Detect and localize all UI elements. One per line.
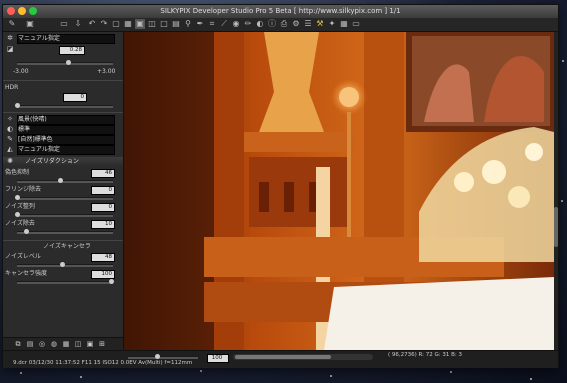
view-fit-icon[interactable]: ▤ <box>171 19 181 29</box>
hdr-slider-knob[interactable] <box>15 103 20 108</box>
gradient-icon[interactable]: ◐ <box>255 19 265 29</box>
lock-icon[interactable]: ▣ <box>85 340 95 349</box>
control-panel: ✲ マニュアル指定 ◪ 0.28 -3.00 +3.00 HDR 0 ✧ 風景(… <box>3 32 124 351</box>
exposure-preset-dropdown[interactable]: マニュアル指定 <box>17 34 115 44</box>
copy-icon[interactable]: ⧉ <box>13 340 23 349</box>
window-title: SILKYPIX Developer Studio Pro 5 Beta [ h… <box>160 7 401 15</box>
exposure-min-label: -3.00 <box>13 68 29 75</box>
noise-row-value-field[interactable]: 46 <box>91 169 115 178</box>
title-bar: SILKYPIX Developer Studio Pro 5 Beta [ h… <box>3 5 558 19</box>
zoom-slider[interactable] <box>128 356 198 359</box>
view-grid-icon[interactable]: ▦ <box>123 19 133 29</box>
expand-icon[interactable]: ⊞ <box>97 340 107 349</box>
exposure-icon: ✲ <box>7 34 13 42</box>
noise-row-slider[interactable] <box>17 214 113 217</box>
zoom-slider-knob[interactable] <box>155 354 160 359</box>
noise-row-value-field[interactable]: 0 <box>91 186 115 195</box>
exposure-slider-knob[interactable] <box>65 60 71 65</box>
color-icon: ✎ <box>7 135 13 143</box>
hdr-label: HDR <box>5 84 19 91</box>
preset-dropdown-2[interactable]: 標準 <box>17 125 115 135</box>
pixel-info: ( 96,2736) R: 72 G: 31 B: 3 <box>388 352 463 358</box>
crop-icon[interactable]: ⌗ <box>207 19 217 29</box>
view-full-icon[interactable]: □ <box>159 19 169 29</box>
straighten-icon[interactable]: ⟋ <box>219 19 229 29</box>
tab-icon[interactable]: ▣ <box>25 19 35 29</box>
cancel-row-value-field[interactable]: 48 <box>91 253 115 262</box>
noise-row-slider[interactable] <box>17 180 113 183</box>
preset-label-4: マニュアル指定 <box>18 146 60 153</box>
view-single-icon[interactable]: ▢ <box>111 19 121 29</box>
sharpness-icon: ◭ <box>7 145 13 153</box>
print-icon[interactable]: ⎙ <box>279 19 289 29</box>
exposure-max-label: +3.00 <box>97 68 116 75</box>
status-bar: 9.dcr 03/12/30 11:37:52 F11 15 ISO12 0.0… <box>3 350 558 368</box>
monitor-icon[interactable]: ▭ <box>351 19 361 29</box>
paste-icon[interactable]: ▤ <box>25 340 35 349</box>
toolbar: ✎ ▣ ▭ ⇩ ↶ ↷ ▢ ▦ ▣ ◫ □ ▤ ⚲ ✒ ⌗ ⟋ ◉ ✏ ◐ ⓘ … <box>3 18 558 32</box>
rotate-left-icon[interactable]: ↶ <box>87 19 97 29</box>
preset-label-2: 標準 <box>18 126 31 133</box>
contrast-icon: ◐ <box>6 125 14 133</box>
noise-reduction-header[interactable]: ✺ ノイズリダクション <box>3 157 123 166</box>
left-column <box>124 32 214 350</box>
folder-icon[interactable]: ▭ <box>59 19 69 29</box>
info-icon[interactable]: ⓘ <box>267 19 277 29</box>
grid-icon[interactable]: ▦ <box>339 19 349 29</box>
file-info: 9.dcr 03/12/30 11:37:52 F11 15 ISO12 0.0… <box>13 360 193 366</box>
import-icon[interactable]: ⇩ <box>73 19 83 29</box>
photo-canvas <box>124 32 554 350</box>
preset-label-3: [自然]標準色 <box>18 136 53 143</box>
view-thumbs-icon[interactable]: ▣ <box>135 19 145 29</box>
noise-icon: ✺ <box>7 157 13 165</box>
exposure-comp-icon: ◪ <box>6 45 14 53</box>
noise-row-slider[interactable] <box>17 231 113 234</box>
noise-row-value-field[interactable]: 0 <box>91 203 115 212</box>
cancel-row-slider-knob[interactable] <box>109 279 114 284</box>
history-icon[interactable]: ◍ <box>49 340 59 349</box>
exposure-value-field[interactable]: 0.28 <box>59 46 85 55</box>
panel-toggle-icon[interactable]: ✎ <box>7 19 17 29</box>
noise-row-slider-knob[interactable] <box>15 212 20 217</box>
preset-label-1: 風景(快晴) <box>18 116 47 123</box>
hdr-slider[interactable] <box>17 105 113 108</box>
preset-dropdown-1[interactable]: 風景(快晴) <box>17 115 115 125</box>
tool-icon[interactable]: ⚒ <box>315 19 325 29</box>
cancel-row-value-field[interactable]: 100 <box>91 270 115 279</box>
cancel-row-slider[interactable] <box>17 281 113 284</box>
reset-icon[interactable]: ◎ <box>37 340 47 349</box>
lamp <box>339 87 359 107</box>
hdr-value-field[interactable]: 0 <box>63 93 87 102</box>
altar-cloth <box>324 277 554 350</box>
batch-icon[interactable]: ☰ <box>303 19 313 29</box>
statue-base <box>244 132 354 152</box>
rotate-right-icon[interactable]: ↷ <box>99 19 109 29</box>
exposure-preset-label: マニュアル指定 <box>18 35 60 42</box>
scroll-thumb[interactable] <box>554 207 558 247</box>
horizontal-scrollbar[interactable] <box>233 354 373 360</box>
landscape-icon: ✧ <box>7 115 13 123</box>
preset-dropdown-4[interactable]: マニュアル指定 <box>17 145 115 155</box>
vertical-scrollbar[interactable] <box>554 32 558 350</box>
app-window: SILKYPIX Developer Studio Pro 5 Beta [ h… <box>2 4 559 368</box>
view-compare-icon[interactable]: ◫ <box>147 19 157 29</box>
compare-icon[interactable]: ◫ <box>73 340 83 349</box>
brush-icon[interactable]: ✏ <box>243 19 253 29</box>
noise-row-slider[interactable] <box>17 197 113 200</box>
zoom-field[interactable]: 100 <box>207 354 229 363</box>
noise-row-slider-knob[interactable] <box>15 195 20 200</box>
settings-icon[interactable]: ✦ <box>327 19 337 29</box>
develop-icon[interactable]: ⚙ <box>291 19 301 29</box>
panel-footer: ⧉ ▤ ◎ ◍ ▦ ◫ ▣ ⊞ <box>3 337 123 351</box>
noise-reduction-title: ノイズリダクション <box>25 158 79 165</box>
zoom-icon[interactable]: ⚲ <box>183 19 193 29</box>
spot-icon[interactable]: ◉ <box>231 19 241 29</box>
noise-row-value-field[interactable]: 10 <box>91 220 115 229</box>
eyedropper-icon[interactable]: ✒ <box>195 19 205 29</box>
image-viewer[interactable] <box>124 32 554 350</box>
noise-canceller-title: ノイズキャンセラ <box>43 243 91 250</box>
grid-icon[interactable]: ▦ <box>61 340 71 349</box>
preset-dropdown-3[interactable]: [自然]標準色 <box>17 135 115 145</box>
h-scroll-thumb[interactable] <box>235 355 331 359</box>
